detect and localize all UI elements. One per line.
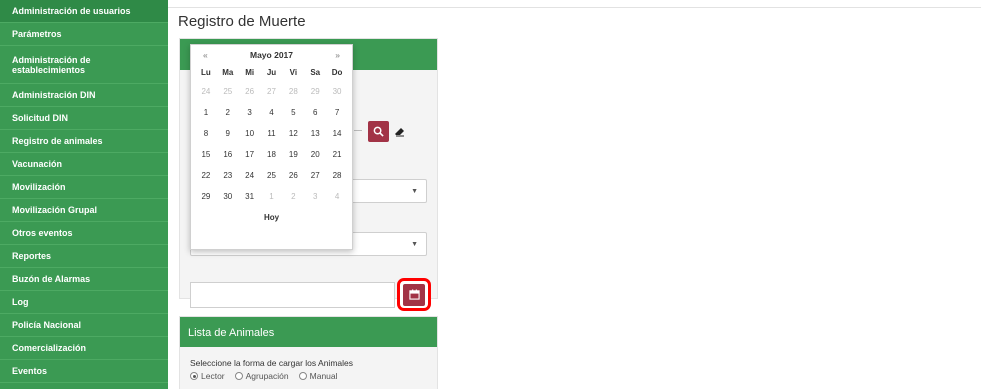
- radio-button[interactable]: [190, 372, 198, 380]
- datepicker-grid: Lu Ma Mi Ju Vi Sa Do 24 25 26 27 28 29 30 1 2 3 4 5 6 7 8 9 10 1…: [191, 65, 352, 207]
- datepicker-day[interactable]: 29: [304, 81, 326, 102]
- datepicker-day[interactable]: 27: [304, 165, 326, 186]
- sidebar-item-eventos[interactable]: Eventos: [0, 360, 168, 383]
- datepicker-day[interactable]: 3: [239, 102, 261, 123]
- datepicker-day[interactable]: 9: [217, 123, 239, 144]
- datepicker-day[interactable]: 15: [195, 144, 217, 165]
- radio-button[interactable]: [234, 372, 243, 380]
- calendar-icon: [408, 289, 420, 300]
- datepicker-day[interactable]: 13: [304, 123, 326, 144]
- weekday-header: Ma: [222, 68, 234, 77]
- datepicker-day[interactable]: 16: [217, 144, 239, 165]
- datepicker-day[interactable]: 7: [326, 102, 348, 123]
- weekday-header: Do: [331, 68, 343, 77]
- datepicker-day[interactable]: 26: [239, 81, 261, 102]
- chevron-down-icon: ▼: [411, 188, 418, 195]
- datepicker-day[interactable]: 22: [195, 165, 217, 186]
- datepicker-day[interactable]: 25: [217, 81, 239, 102]
- sidebar-item-movilizacion[interactable]: Movilización: [0, 176, 168, 199]
- sidebar-item-reportes[interactable]: Reportes: [0, 245, 168, 268]
- sidebar-item-otros-eventos[interactable]: Otros eventos: [0, 222, 168, 245]
- datepicker-day[interactable]: 24: [195, 81, 217, 102]
- next-month-button[interactable]: »: [335, 50, 340, 60]
- prev-month-button[interactable]: «: [203, 50, 208, 60]
- load-method-option[interactable]: Manual: [298, 371, 338, 381]
- sidebar: Administración de usuarios Parámetros Ad…: [0, 0, 168, 389]
- datepicker-day[interactable]: 11: [261, 123, 283, 144]
- datepicker-day[interactable]: 30: [326, 81, 348, 102]
- datepicker-day[interactable]: 17: [239, 144, 261, 165]
- date-input[interactable]: [190, 282, 395, 308]
- datepicker-day[interactable]: 4: [326, 186, 348, 207]
- sidebar-item-comercializacion[interactable]: Comercialización: [0, 337, 168, 360]
- animals-panel: Lista de Animales Seleccione la forma de…: [179, 316, 438, 389]
- weekday-header: Ju: [266, 68, 277, 77]
- sidebar-item-policia-nacional[interactable]: Policía Nacional: [0, 314, 168, 337]
- search-icon: [373, 126, 384, 137]
- page-title: Registro de Muerte: [178, 13, 306, 30]
- weekday-header: Mi: [245, 68, 255, 77]
- load-method-option[interactable]: Agrupación: [234, 371, 289, 381]
- datepicker-day[interactable]: 24: [239, 165, 261, 186]
- datepicker-day[interactable]: 12: [282, 123, 304, 144]
- datepicker-day[interactable]: 8: [195, 123, 217, 144]
- datepicker-day[interactable]: 5: [282, 102, 304, 123]
- sidebar-item-vacunacion[interactable]: Vacunación: [0, 153, 168, 176]
- load-method-option[interactable]: Lector: [190, 371, 225, 381]
- datepicker-day[interactable]: 3: [304, 186, 326, 207]
- datepicker-month-label[interactable]: Mayo 2017: [250, 50, 293, 60]
- datepicker-day[interactable]: 4: [261, 102, 283, 123]
- sidebar-item-administracion-usuarios[interactable]: Administración de usuarios: [0, 0, 168, 23]
- datepicker-day[interactable]: 6: [304, 102, 326, 123]
- radio-label: Lector: [201, 371, 225, 381]
- search-button[interactable]: [368, 121, 389, 142]
- calendar-button-highlight[interactable]: [397, 278, 431, 311]
- sidebar-item-administracion-establecimientos[interactable]: Administración de establecimientos: [0, 46, 168, 84]
- datepicker-day[interactable]: 21: [326, 144, 348, 165]
- datepicker-day[interactable]: 25: [261, 165, 283, 186]
- datepicker-popup: « Mayo 2017 » Lu Ma Mi Ju Vi Sa Do 24 25 26 27 28 29…: [190, 44, 353, 250]
- datepicker-day[interactable]: 2: [282, 186, 304, 207]
- input-remnant: [354, 130, 362, 131]
- weekday-header: Lu: [201, 68, 211, 77]
- datepicker-day[interactable]: 27: [261, 81, 283, 102]
- datepicker-day[interactable]: 10: [239, 123, 261, 144]
- weekday-header: Sa: [310, 68, 321, 77]
- today-button[interactable]: Hoy: [191, 207, 352, 229]
- top-divider: [168, 7, 981, 8]
- datepicker-day[interactable]: 26: [282, 165, 304, 186]
- load-method-options: Lector Agrupación Manual: [180, 368, 437, 381]
- chevron-down-icon: ▼: [411, 241, 418, 248]
- sidebar-item-buzon-alarmas[interactable]: Buzón de Alarmas: [0, 268, 168, 291]
- radio-button[interactable]: [298, 372, 307, 380]
- sidebar-item-log[interactable]: Log: [0, 291, 168, 314]
- radio-label: Agrupación: [245, 371, 289, 381]
- datepicker-day[interactable]: 30: [217, 186, 239, 207]
- calendar-button[interactable]: [403, 283, 425, 306]
- datepicker-day[interactable]: 14: [326, 123, 348, 144]
- datepicker-day[interactable]: 18: [261, 144, 283, 165]
- load-method-prompt: Seleccione la forma de cargar los Animal…: [190, 358, 353, 368]
- sidebar-item-administracion-din[interactable]: Administración DIN: [0, 84, 168, 107]
- datepicker-day[interactable]: 31: [239, 186, 261, 207]
- datepicker-day[interactable]: 20: [304, 144, 326, 165]
- sidebar-item-solicitud-din[interactable]: Solicitud DIN: [0, 107, 168, 130]
- datepicker-day[interactable]: 2: [217, 102, 239, 123]
- datepicker-day[interactable]: 1: [261, 186, 283, 207]
- datepicker-day[interactable]: 28: [282, 81, 304, 102]
- radio-label: Manual: [309, 371, 338, 381]
- sidebar-item-movilizacion-grupal[interactable]: Movilización Grupal: [0, 199, 168, 222]
- datepicker-day[interactable]: 29: [195, 186, 217, 207]
- sidebar-item-parametros[interactable]: Parámetros: [0, 23, 168, 46]
- datepicker-day[interactable]: 19: [282, 144, 304, 165]
- animals-panel-header: Lista de Animales: [180, 317, 437, 347]
- sidebar-item-registro-animales[interactable]: Registro de animales: [0, 130, 168, 153]
- datepicker-day[interactable]: 1: [195, 102, 217, 123]
- datepicker-day[interactable]: 23: [217, 165, 239, 186]
- eraser-icon[interactable]: [392, 123, 408, 139]
- datepicker-header: « Mayo 2017 »: [191, 45, 352, 65]
- weekday-header: Vi: [289, 68, 298, 77]
- datepicker-day[interactable]: 28: [326, 165, 348, 186]
